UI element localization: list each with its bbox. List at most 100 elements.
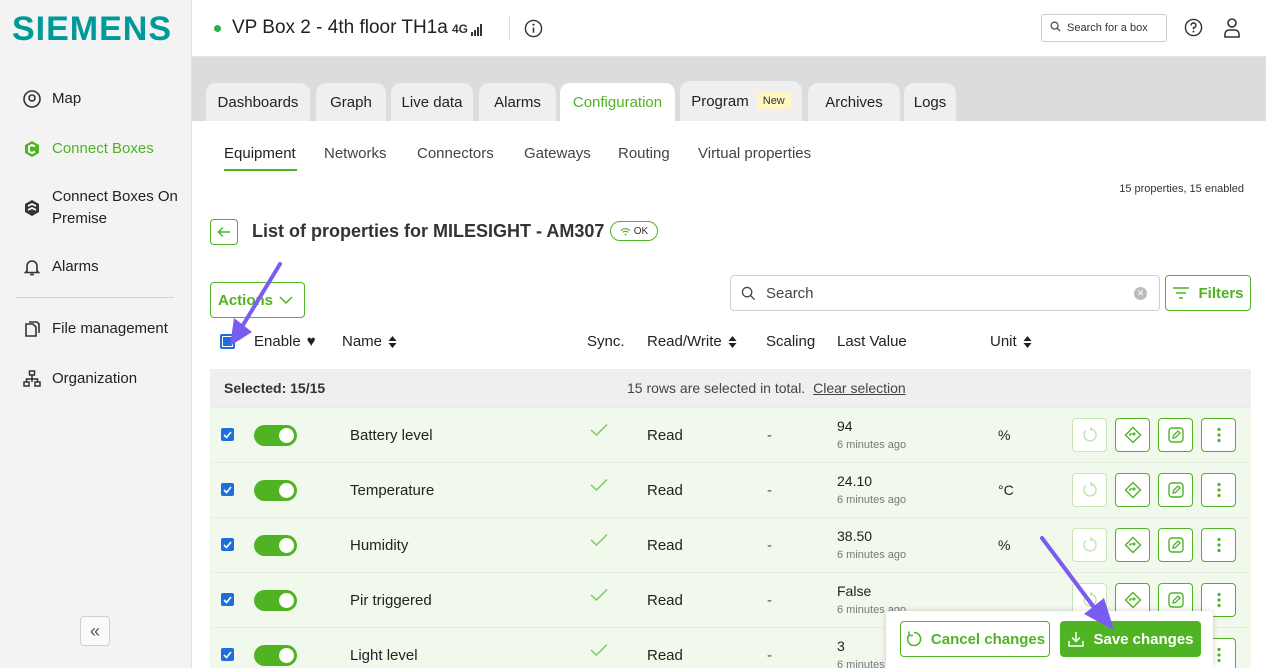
col-readwrite[interactable]: Read/Write (647, 333, 737, 350)
tab-live-data[interactable]: Live data (391, 83, 473, 121)
filter-icon (1173, 287, 1190, 299)
wifi-icon (620, 227, 631, 235)
sort-icon (1023, 335, 1032, 348)
col-label: Unit (990, 333, 1017, 350)
sync-check-icon (590, 423, 608, 442)
filters-button[interactable]: Filters (1165, 275, 1251, 311)
status-badge: OK (610, 221, 658, 241)
info-icon[interactable] (524, 19, 543, 43)
cancel-changes-button[interactable]: Cancel changes (900, 621, 1050, 657)
back-button[interactable] (210, 219, 238, 245)
collapse-sidebar-button[interactable]: « (80, 616, 110, 646)
sidebar-item-file-management[interactable]: File management (0, 318, 192, 340)
edit-property-button[interactable] (1158, 528, 1193, 562)
write-value-button[interactable] (1115, 473, 1150, 507)
edit-property-button[interactable] (1158, 473, 1193, 507)
write-value-button[interactable] (1115, 418, 1150, 452)
sidebar-item-map[interactable]: Map (0, 88, 192, 110)
properties-count: 15 properties, 15 enabled (1119, 183, 1244, 195)
row-checkbox[interactable] (221, 648, 234, 661)
tab-logs[interactable]: Logs (904, 83, 956, 121)
read-write-value: Read (647, 482, 683, 499)
refresh-button[interactable] (1072, 418, 1107, 452)
search-placeholder: Search (766, 284, 814, 302)
unit-value: °C (998, 482, 1014, 498)
refresh-button[interactable] (1072, 528, 1107, 562)
last-value: 3 (837, 638, 845, 654)
subtab-virtual-properties[interactable]: Virtual properties (698, 145, 811, 162)
tab-archives[interactable]: Archives (808, 83, 900, 121)
undo-icon (906, 631, 922, 647)
sidebar-item-connect-boxes[interactable]: Connect Boxes (0, 138, 192, 160)
sort-icon (728, 335, 737, 348)
sync-check-icon (590, 588, 608, 607)
enable-toggle[interactable] (254, 425, 297, 446)
tab-dashboards[interactable]: Dashboards (206, 83, 310, 121)
clear-search-icon[interactable]: ✕ (1134, 287, 1147, 300)
property-name: Humidity (350, 537, 409, 554)
select-all-checkbox[interactable] (220, 334, 235, 349)
edit-property-button[interactable] (1158, 418, 1193, 452)
subtab-gateways[interactable]: Gateways (524, 145, 591, 162)
sidebar-item-on-premise[interactable]: Connect Boxes On Premise (0, 186, 192, 230)
subtab-equipment[interactable]: Equipment (224, 145, 296, 162)
scaling-value: - (767, 592, 772, 609)
property-search-input[interactable]: Search ✕ (730, 275, 1160, 311)
box-search-input[interactable]: Search for a box (1041, 14, 1167, 42)
subtab-routing[interactable]: Routing (618, 145, 670, 162)
download-icon (1068, 632, 1085, 647)
enable-toggle[interactable] (254, 645, 297, 666)
write-value-button[interactable] (1115, 528, 1150, 562)
clear-selection-link[interactable]: Clear selection (813, 380, 906, 396)
col-label: Name (342, 333, 383, 350)
sidebar-item-label: Connect Boxes (52, 140, 154, 157)
row-checkbox[interactable] (221, 538, 234, 551)
col-unit[interactable]: Unit (990, 333, 1032, 350)
active-subtab-indicator (224, 169, 297, 171)
property-name: Light level (350, 647, 418, 664)
save-changes-button[interactable]: Save changes (1060, 621, 1201, 657)
tab-alarms[interactable]: Alarms (479, 83, 556, 121)
network-type: 4G (452, 22, 469, 36)
table-row[interactable]: Battery level Read - 94 6 minutes ago% (210, 407, 1251, 462)
actions-dropdown[interactable]: Actions (210, 282, 305, 318)
enable-toggle[interactable] (254, 590, 297, 611)
enable-toggle[interactable] (254, 480, 297, 501)
col-name[interactable]: Name (342, 333, 397, 350)
on-premise-icon (22, 198, 42, 218)
sidebar-item-organization[interactable]: Organization (0, 368, 192, 390)
table-row[interactable]: Temperature Read - 24.10 6 minutes ago °C (210, 462, 1251, 517)
last-value-timestamp: 6 minutes ago (837, 549, 907, 561)
more-options-button[interactable] (1201, 528, 1236, 562)
subtab-networks[interactable]: Networks (324, 145, 387, 162)
tab-label: Alarms (494, 93, 541, 111)
siemens-logo: SIEMENS (12, 10, 173, 48)
tab-label: Archives (825, 93, 883, 111)
property-name: Pir triggered (350, 592, 432, 609)
more-options-button[interactable] (1201, 418, 1236, 452)
col-label: Sync. (587, 333, 625, 350)
tab-program[interactable]: Program New (680, 81, 802, 121)
scaling-value: - (767, 647, 772, 664)
tab-configuration[interactable]: Configuration (560, 83, 675, 121)
col-scaling: Scaling (766, 333, 815, 350)
enable-toggle[interactable] (254, 535, 297, 556)
col-label: Last Value (837, 333, 907, 350)
unsaved-changes-panel: Cancel changes Save changes (886, 611, 1213, 668)
refresh-button[interactable] (1072, 473, 1107, 507)
sidebar-item-alarms[interactable]: Alarms (0, 256, 192, 278)
row-checkbox[interactable] (221, 428, 234, 441)
read-write-value: Read (647, 647, 683, 664)
property-name: Battery level (350, 427, 433, 444)
col-enable[interactable]: Enable ♥ (254, 333, 316, 350)
row-checkbox[interactable] (221, 593, 234, 606)
actions-label: Actions (218, 291, 274, 309)
subtab-connectors[interactable]: Connectors (417, 145, 494, 162)
row-checkbox[interactable] (221, 483, 234, 496)
tab-graph[interactable]: Graph (316, 83, 386, 121)
connect-box-icon (22, 139, 42, 159)
more-options-button[interactable] (1201, 473, 1236, 507)
help-icon[interactable] (1184, 18, 1203, 42)
table-row[interactable]: Humidity Read - 38.50 6 minutes ago% (210, 517, 1251, 572)
user-icon[interactable] (1222, 17, 1242, 44)
